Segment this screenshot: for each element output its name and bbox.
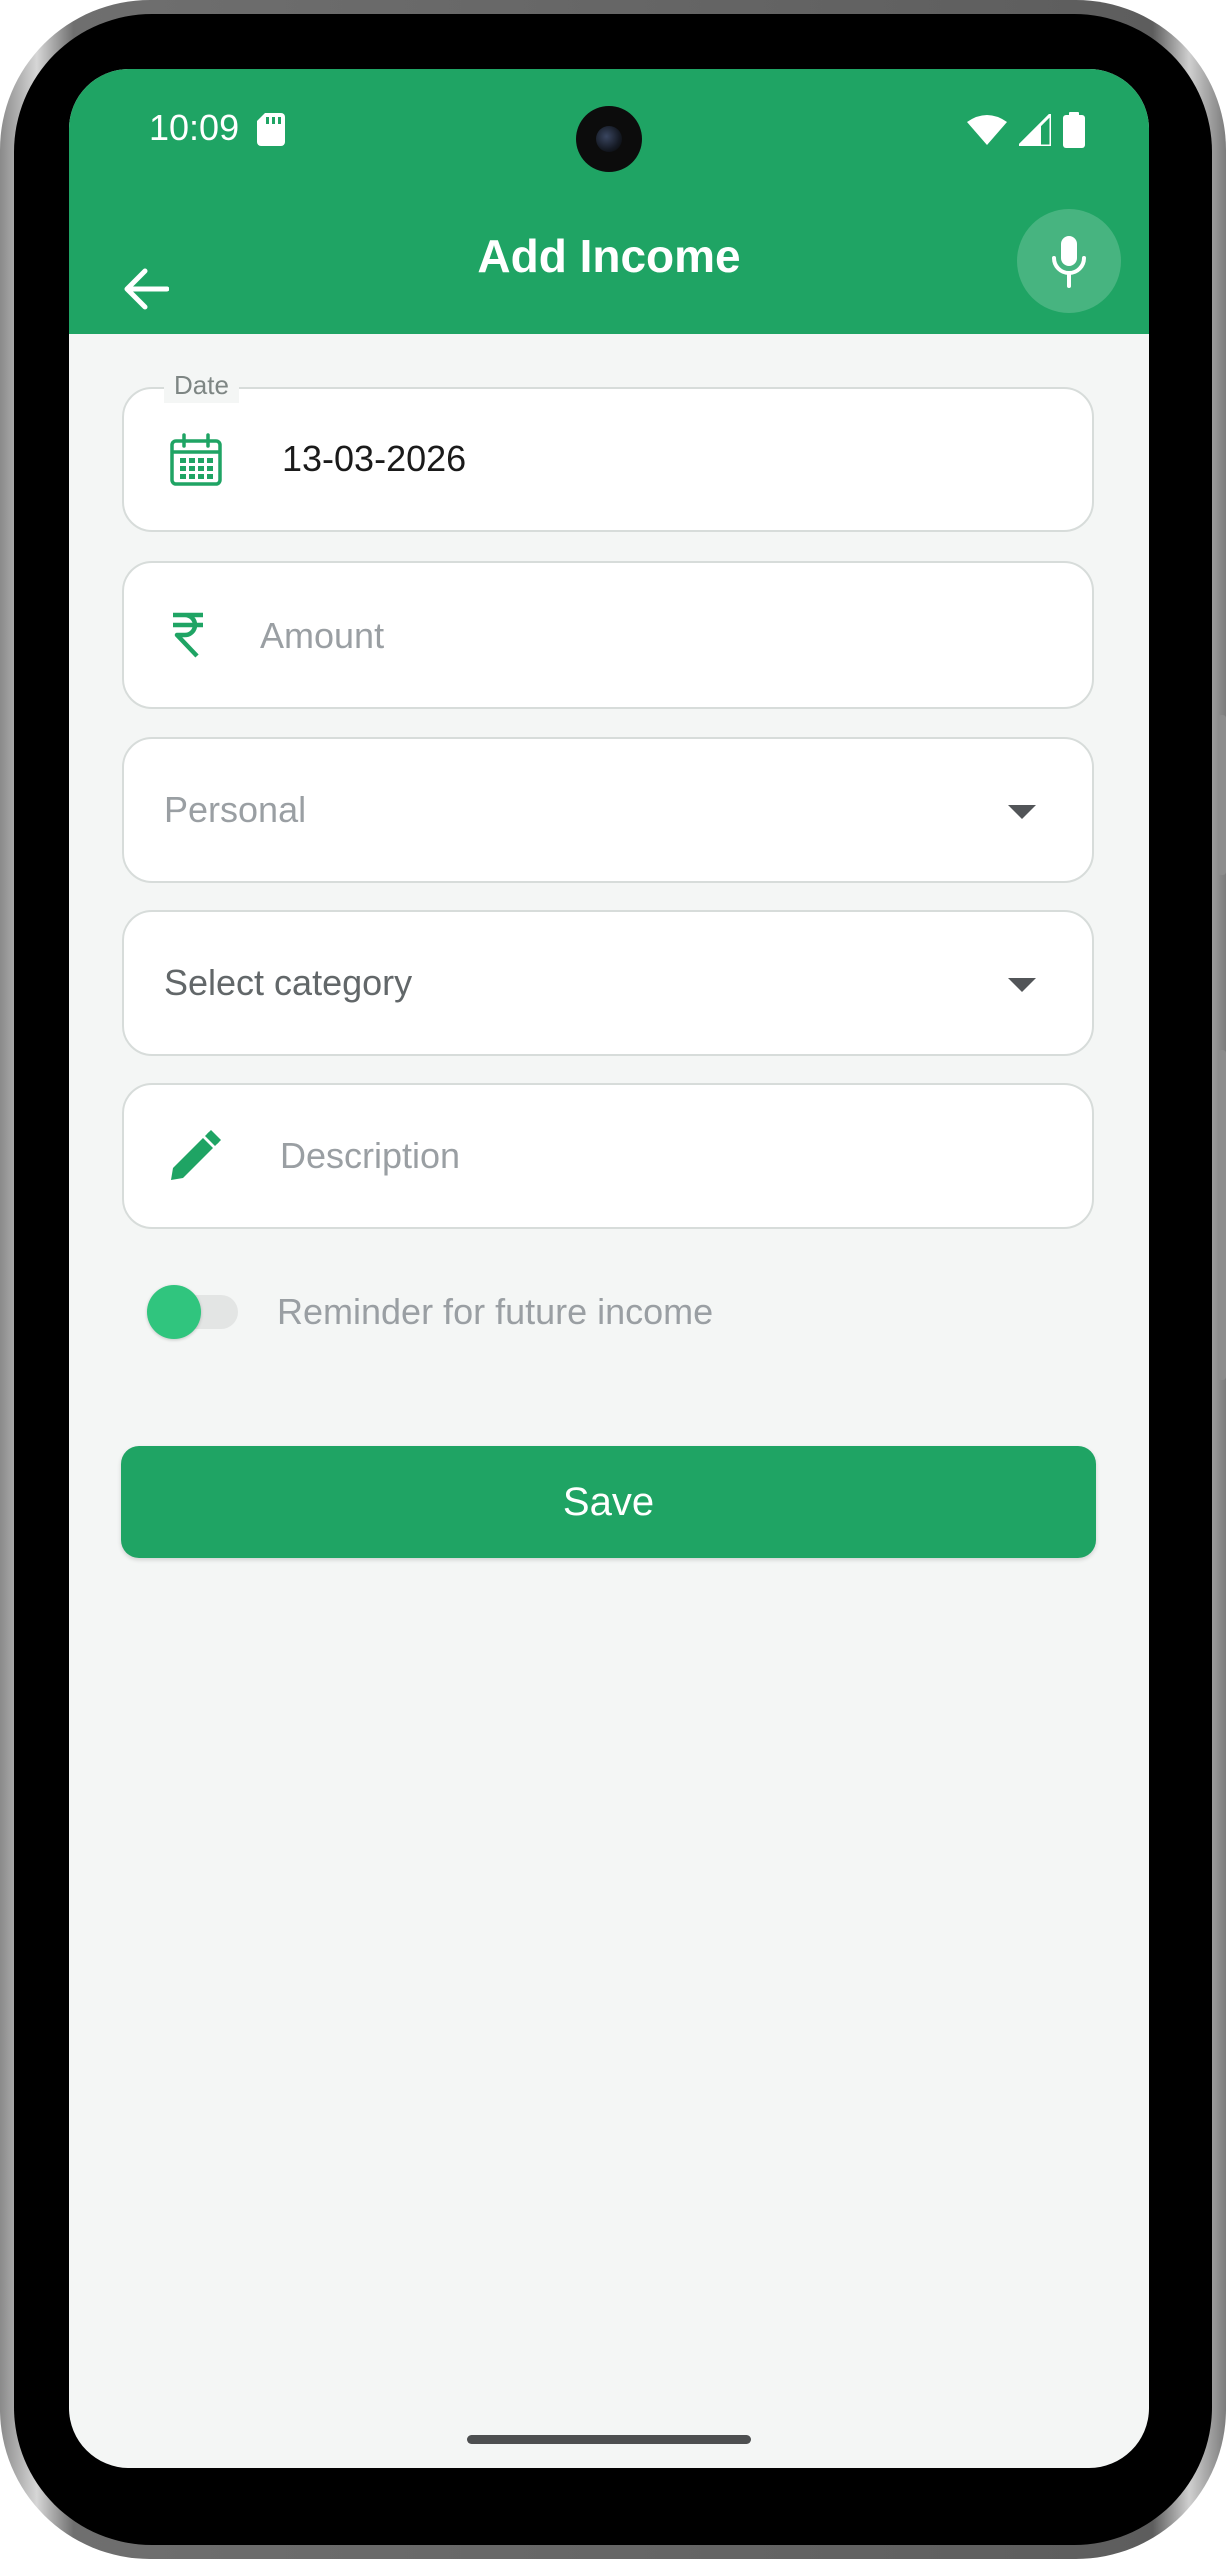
volume-button bbox=[1218, 715, 1226, 875]
status-icons bbox=[967, 111, 1085, 149]
account-selected-value: Personal bbox=[164, 789, 307, 830]
date-field-label: Date bbox=[164, 367, 239, 403]
page-title: Add Income bbox=[477, 230, 741, 282]
phone-screen: 10:09 Add Income Date 13-03-2026 Amount … bbox=[69, 69, 1149, 2468]
save-button[interactable]: Save bbox=[121, 1446, 1096, 1558]
toggle-thumb bbox=[147, 1285, 201, 1339]
category-select[interactable]: Select category bbox=[122, 910, 1094, 1056]
calendar-icon bbox=[168, 432, 224, 488]
dropdown-arrow-icon bbox=[1008, 805, 1036, 819]
reminder-toggle[interactable] bbox=[144, 1281, 244, 1343]
date-value: 13-03-2026 bbox=[282, 438, 467, 479]
power-button bbox=[1218, 1050, 1226, 1380]
pencil-icon bbox=[166, 1129, 222, 1185]
account-select[interactable]: Personal bbox=[122, 737, 1094, 883]
voice-input-button[interactable] bbox=[1017, 209, 1121, 313]
home-indicator[interactable] bbox=[467, 2435, 751, 2444]
wifi-icon bbox=[967, 115, 1007, 145]
category-selected-value: Select category bbox=[164, 962, 413, 1003]
description-field[interactable]: Description bbox=[122, 1083, 1094, 1229]
cellular-icon bbox=[1019, 114, 1051, 146]
battery-icon bbox=[1063, 112, 1085, 148]
reminder-label: Reminder for future income bbox=[277, 1291, 714, 1332]
app-bar: 10:09 Add Income bbox=[69, 69, 1149, 334]
date-field[interactable]: Date 13-03-2026 bbox=[122, 367, 1094, 532]
dropdown-arrow-icon bbox=[1008, 978, 1036, 992]
amount-input[interactable]: Amount bbox=[260, 614, 384, 658]
status-time: 10:09 bbox=[149, 107, 240, 148]
device-frame: 10:09 Add Income Date 13-03-2026 Amount … bbox=[0, 0, 1226, 2559]
front-camera bbox=[576, 106, 642, 172]
rupee-icon bbox=[164, 609, 212, 661]
amount-field[interactable]: Amount bbox=[122, 561, 1094, 709]
description-input[interactable]: Description bbox=[280, 1134, 460, 1178]
mic-icon bbox=[1052, 236, 1086, 288]
sd-card-icon bbox=[257, 113, 285, 146]
